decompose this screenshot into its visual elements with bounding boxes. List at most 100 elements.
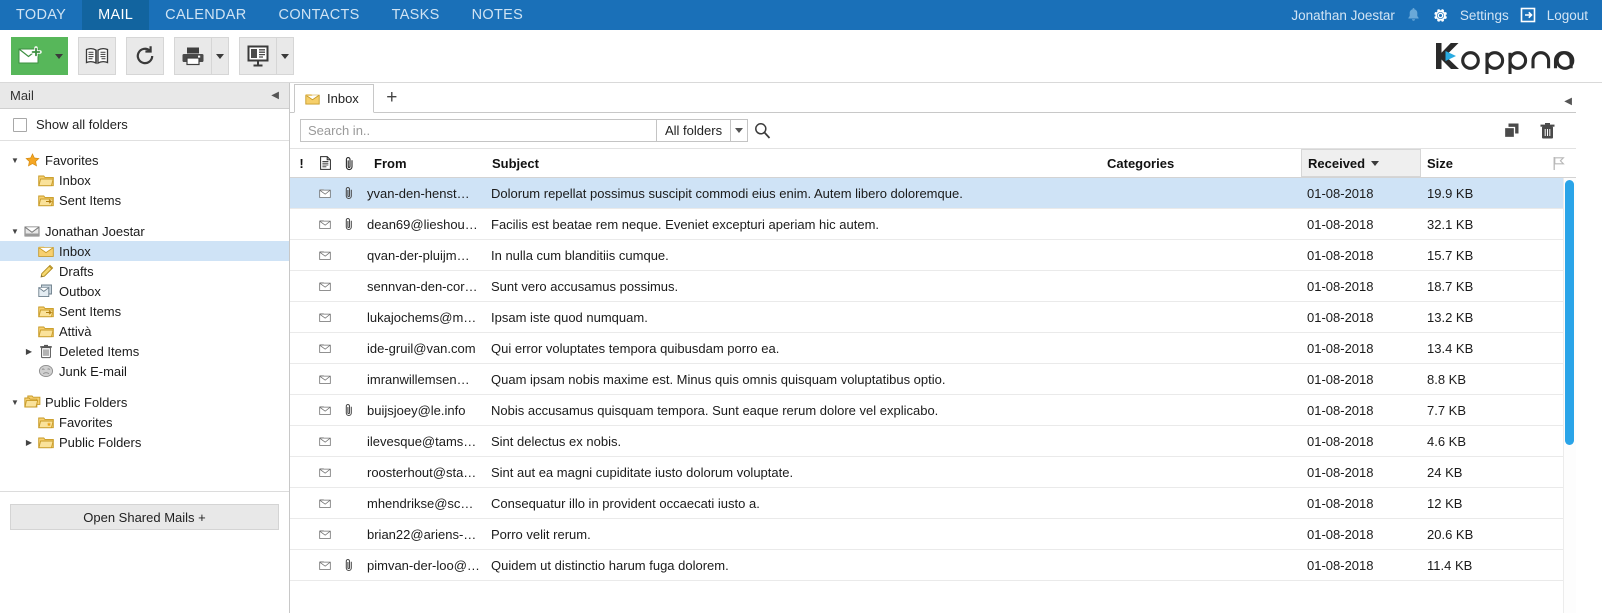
collapse-right-icon[interactable]: ◀ (1564, 96, 1572, 107)
sidebar-item-jonathan-joestar[interactable]: ▼ Jonathan Joestar (0, 221, 289, 241)
open-shared-mails-button[interactable]: Open Shared Mails + (10, 504, 279, 530)
tab-inbox[interactable]: Inbox (294, 84, 374, 113)
nav-tab-tasks[interactable]: TASKS (376, 0, 456, 30)
row-subject-cell: Quidem ut distinctio harum fuga dolorem. (491, 557, 729, 573)
envelope-icon (313, 342, 337, 354)
sidebar-item-sent-items[interactable]: Sent Items (0, 190, 289, 210)
nav-tab-notes[interactable]: NOTES (456, 0, 539, 30)
table-row[interactable]: dean69@lieshou… Facilis est beatae rem ne… (290, 209, 1576, 240)
twisty-collapsed-icon[interactable]: ▶ (22, 347, 36, 356)
twisty-collapsed-icon[interactable]: ▶ (22, 438, 36, 447)
sidebar-item-public-folders[interactable]: ▶ Public Folders (0, 432, 289, 452)
envelope-icon (313, 404, 337, 416)
row-size-cell: 13.2 KB (1427, 309, 1474, 325)
sidebar-item-attiv-[interactable]: Attivà (0, 321, 289, 341)
chevron-down-icon[interactable] (731, 119, 749, 142)
table-row[interactable]: imranwillemsen… Quam ipsam nobis maxime e… (290, 364, 1576, 395)
row-from-cell: buijsjoey@le.info (367, 402, 466, 418)
table-row[interactable]: brian22@ariens-… Porro velit rerum. 01-08-… (290, 519, 1576, 550)
row-subject-cell: Sint aut ea magni cupiditate iusto dolor… (491, 464, 794, 480)
sidebar-item-drafts[interactable]: Drafts (0, 261, 289, 281)
twisty-expanded-icon[interactable]: ▼ (8, 156, 22, 165)
table-row[interactable]: lukajochems@m… Ipsam iste quod numquam. 01… (290, 302, 1576, 333)
search-row: All folders (290, 113, 1576, 149)
row-from-cell: yvan-den-henst… (367, 185, 470, 201)
show-all-folders-row[interactable]: Show all folders (0, 109, 289, 141)
print-dropdown[interactable] (212, 37, 229, 75)
paperclip-icon (337, 403, 361, 417)
column-header-importance[interactable]: ! (290, 149, 313, 177)
table-row[interactable]: roosterhout@sta… Sint aut ea magni cupidi… (290, 457, 1576, 488)
column-header-received[interactable]: Received (1301, 149, 1421, 177)
sidebar-item-inbox[interactable]: Inbox (0, 170, 289, 190)
trash-icon[interactable] (1539, 122, 1556, 140)
row-size-cell: 20.6 KB (1427, 526, 1474, 542)
sidebar-item-public-folders[interactable]: ▼ Public Folders (0, 392, 289, 412)
sidebar-item-outbox[interactable]: Outbox (0, 281, 289, 301)
table-row[interactable]: buijsjoey@le.info Nobis accusamus quisqua… (290, 395, 1576, 426)
twisty-expanded-icon[interactable]: ▼ (8, 398, 22, 407)
print-group (174, 37, 229, 75)
table-row[interactable]: ilevesque@tams… Sint delectus ex nobis. 01… (290, 426, 1576, 457)
row-size-cell: 8.8 KB (1427, 371, 1467, 387)
nav-tab-mail[interactable]: MAIL (82, 0, 150, 37)
sidebar-item-label: Jonathan Joestar (45, 223, 145, 239)
sidebar-item-junk-e-mail[interactable]: Junk E-mail (0, 361, 289, 381)
paperclip-icon[interactable] (337, 149, 361, 177)
view-layout-button[interactable] (239, 37, 277, 75)
nav-tab-contacts[interactable]: CONTACTS (263, 0, 376, 30)
new-mail-dropdown[interactable] (51, 37, 68, 75)
sidebar-item-favorites[interactable]: ▼ Favorites (0, 150, 289, 170)
collapse-left-icon[interactable]: ◀ (271, 90, 279, 101)
tab-inbox-label: Inbox (327, 91, 359, 106)
envelope-icon (313, 497, 337, 509)
pencil-icon (36, 264, 56, 279)
nav-tab-today[interactable]: TODAY (0, 0, 82, 30)
sidebar-item-favorites[interactable]: Favorites (0, 412, 289, 432)
magnifier-icon[interactable] (748, 119, 776, 142)
nav-tab-calendar[interactable]: CALENDAR (149, 0, 262, 30)
column-header-size[interactable]: Size (1421, 149, 1541, 177)
twisty-expanded-icon[interactable]: ▼ (8, 227, 22, 236)
table-row[interactable]: qvan-der-pluijm… In nulla cum blanditiis … (290, 240, 1576, 271)
column-header-from[interactable]: From (361, 149, 485, 177)
logout-icon[interactable] (1520, 7, 1536, 23)
row-subject-cell: Facilis est beatae rem neque. Eveniet ex… (491, 216, 880, 232)
table-row[interactable]: pimvan-der-loo@… Quidem ut distinctio har… (290, 550, 1576, 581)
settings-link[interactable]: Settings (1460, 8, 1509, 23)
column-header-subject[interactable]: Subject (485, 149, 1101, 177)
row-size-cell: 18.7 KB (1427, 278, 1474, 294)
table-row[interactable]: mhendrikse@sc… Consequatur illo in provid… (290, 488, 1576, 519)
print-button[interactable] (174, 37, 212, 75)
new-mail-group (11, 37, 68, 75)
sidebar-item-sent-items[interactable]: Sent Items (0, 301, 289, 321)
mail-list-header: ! From Subject Categories Received Size (290, 149, 1576, 178)
show-all-folders-checkbox[interactable] (13, 117, 27, 132)
new-mail-button[interactable] (11, 37, 51, 75)
table-row[interactable]: ide-gruil@van.com Qui error voluptates te… (290, 333, 1576, 364)
logout-link[interactable]: Logout (1547, 8, 1588, 23)
view-dropdown[interactable] (277, 37, 294, 75)
table-row[interactable]: sennvan-den-cor… Sunt vero accusamus poss… (290, 271, 1576, 302)
table-row[interactable]: yvan-den-henst… Dolorum repellat possimus… (290, 178, 1576, 209)
add-tab-button[interactable]: + (377, 83, 407, 112)
gear-icon[interactable] (1432, 7, 1449, 24)
column-header-categories[interactable]: Categories (1101, 149, 1301, 177)
note-icon[interactable] (313, 149, 337, 177)
star-icon (22, 152, 42, 168)
copy-move-icon[interactable] (1503, 122, 1521, 139)
flag-icon[interactable] (1541, 149, 1576, 177)
sidebar-item-inbox[interactable]: Inbox (0, 241, 289, 261)
sidebar-item-deleted-items[interactable]: ▶ Deleted Items (0, 341, 289, 361)
row-size-cell: 32.1 KB (1427, 216, 1474, 232)
mail-list-scrollbar-thumb[interactable] (1565, 180, 1574, 445)
bell-icon[interactable] (1406, 7, 1421, 23)
refresh-button[interactable] (126, 37, 164, 75)
mail-list-scrollbar-track[interactable] (1563, 178, 1576, 613)
search-scope-label: All folders (665, 123, 723, 138)
search-input[interactable] (300, 119, 656, 142)
mail-list[interactable]: yvan-den-henst… Dolorum repellat possimus… (290, 178, 1576, 613)
address-book-button[interactable] (78, 37, 116, 75)
row-size-cell: 24 KB (1427, 464, 1463, 480)
search-scope-select[interactable]: All folders (656, 119, 732, 142)
